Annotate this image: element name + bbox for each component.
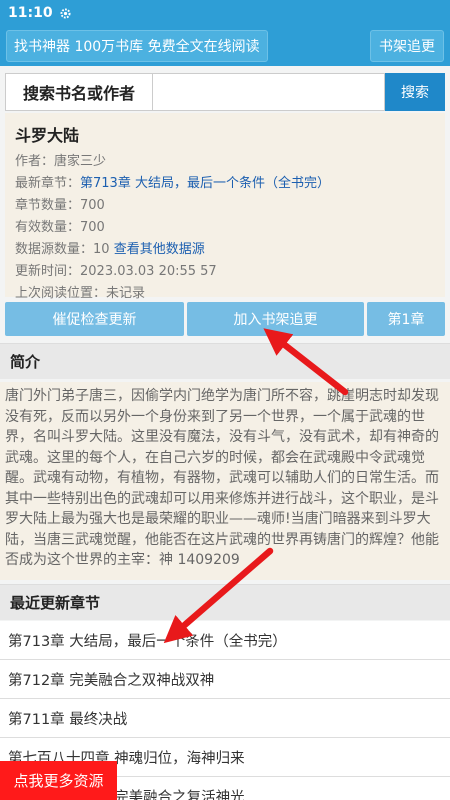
urge-update-button[interactable]: 催促检查更新 — [5, 302, 184, 336]
book-author: 作者：唐家三少 — [15, 154, 107, 169]
update-time: 更新时间：2023.03.03 20:55 57 — [15, 264, 217, 279]
source-row: 数据源数量：10 查看其他数据源 — [15, 239, 435, 261]
latest-chapter-row: 最新章节：第713章 大结局，最后一个条件（全书完） — [15, 173, 435, 195]
add-to-bookshelf-button[interactable]: 加入书架追更 — [187, 302, 364, 336]
book-title: 斗罗大陆 — [15, 126, 80, 145]
recent-chapters-heading: 最近更新章节 — [0, 584, 450, 620]
promo-button[interactable]: 找书神器 100万书库 免费全文在线阅读 — [6, 30, 268, 62]
action-bar: 催促检查更新 加入书架追更 第1章 — [5, 302, 445, 336]
book-info: 斗罗大陆 作者：唐家三少 最新章节：第713章 大结局，最后一个条件（全书完） … — [5, 113, 445, 301]
chapter-count: 章节数量：700 — [15, 198, 105, 213]
valid-count: 有效数量：700 — [15, 220, 105, 235]
latest-chapter-label: 最新章节： — [15, 176, 81, 191]
top-bar: 找书神器 100万书库 免费全文在线阅读 书架追更 — [0, 26, 450, 66]
search-bar: 搜索书名或作者 搜索 — [5, 73, 445, 111]
book-description: 唐门外门弟子唐三，因偷学内门绝学为唐门所不容，跳崖明志时却发现没有死，反而以另外… — [0, 382, 450, 580]
more-resources-button[interactable]: 点我更多资源 — [0, 761, 117, 800]
intro-heading: 简介 — [0, 343, 450, 379]
status-bar: 11:10 — [0, 0, 450, 26]
bookshelf-button[interactable]: 书架追更 — [370, 30, 444, 62]
source-count: 数据源数量：10 — [15, 242, 114, 257]
search-button[interactable]: 搜索 — [385, 73, 445, 111]
chapter-item[interactable]: 第712章 完美融合之双神战双神 — [0, 660, 450, 699]
search-label: 搜索书名或作者 — [5, 73, 153, 111]
gear-icon — [60, 7, 71, 19]
search-input[interactable] — [153, 73, 385, 111]
status-time: 11:10 — [8, 5, 53, 21]
other-sources-link[interactable]: 查看其他数据源 — [114, 242, 205, 257]
first-chapter-button[interactable]: 第1章 — [367, 302, 445, 336]
chapter-item[interactable]: 第711章 最终决战 — [0, 699, 450, 738]
latest-chapter-link[interactable]: 第713章 大结局，最后一个条件（全书完） — [80, 176, 330, 191]
chapter-item[interactable]: 第713章 大结局，最后一个条件（全书完） — [0, 621, 450, 660]
